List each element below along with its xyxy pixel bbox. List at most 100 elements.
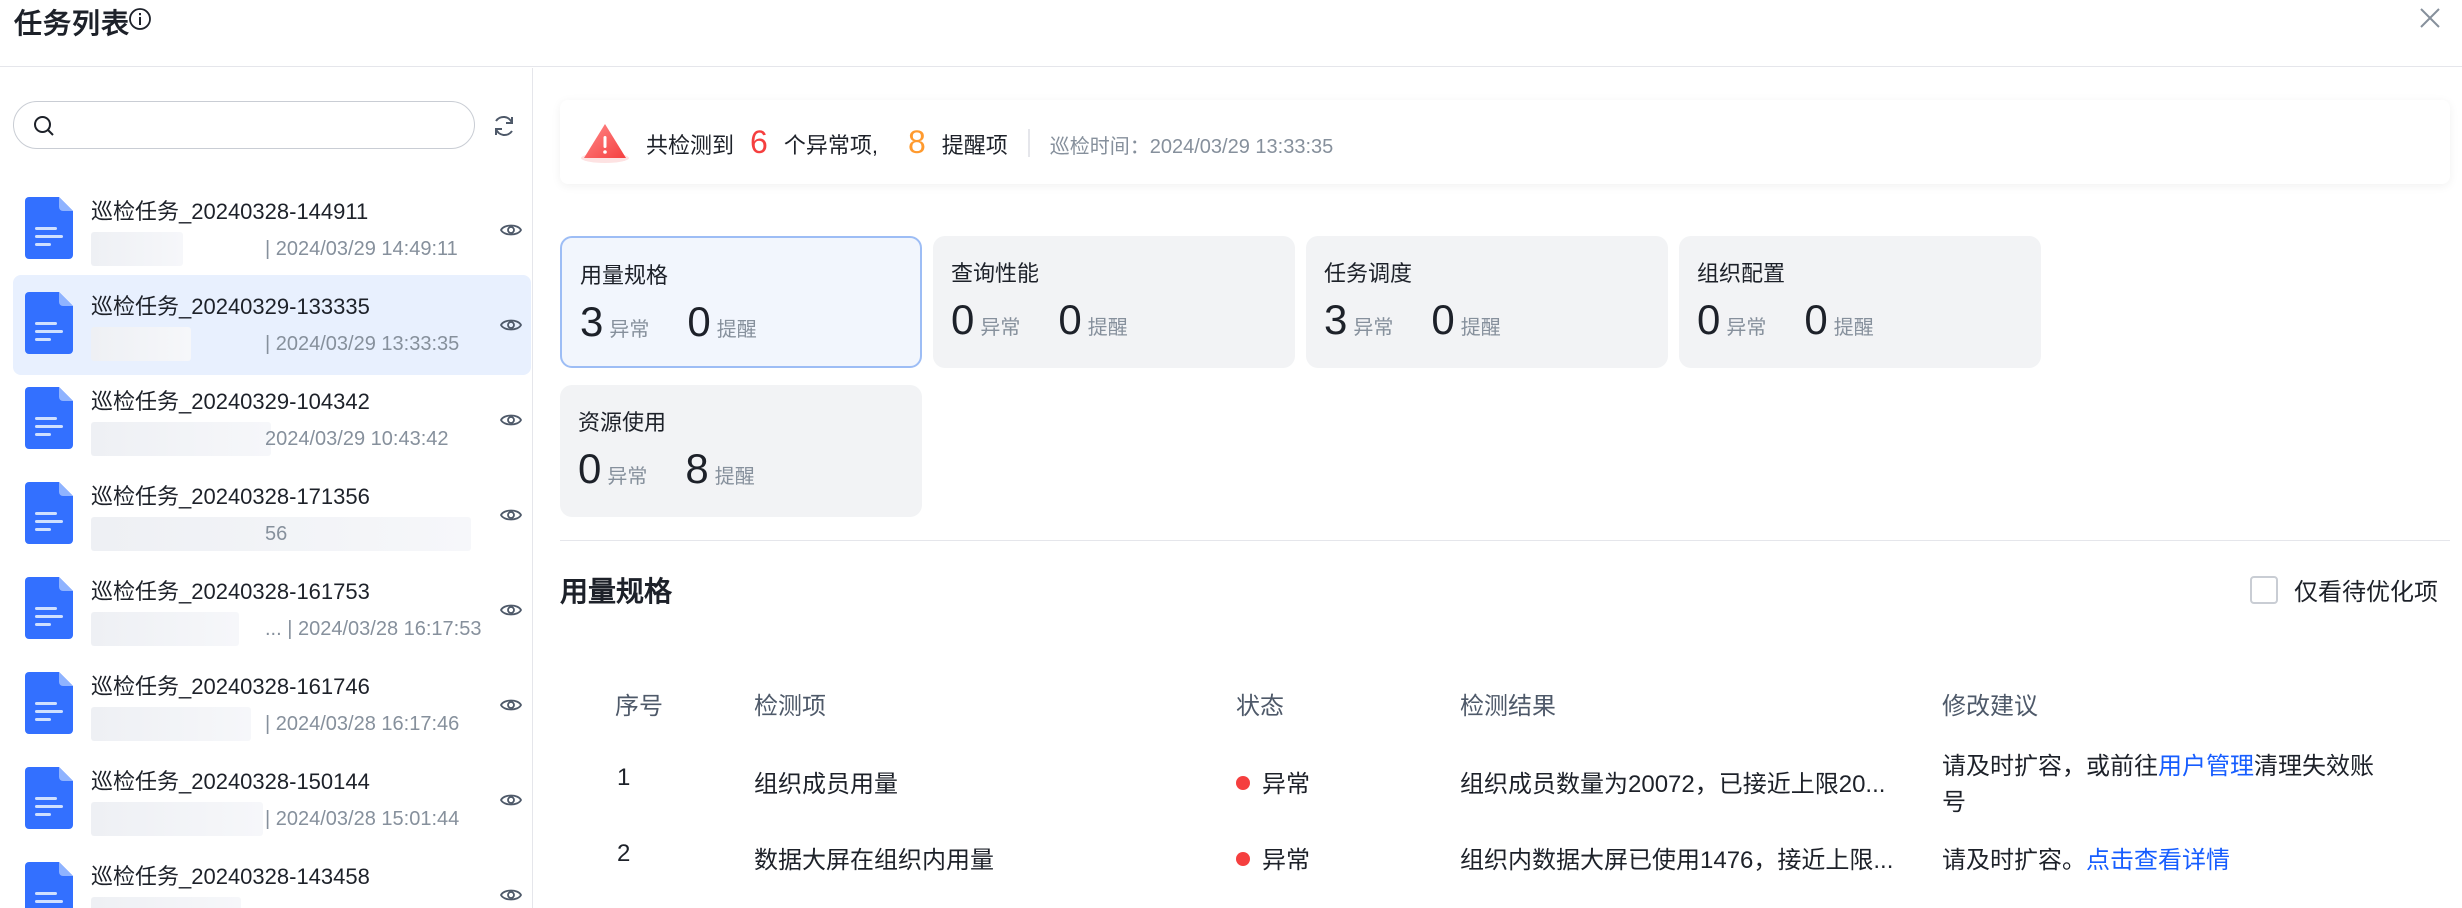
reminder-count: 8 <box>907 124 926 160</box>
row-1-status: 异常 <box>1236 764 1310 799</box>
eye-icon[interactable] <box>499 598 523 622</box>
row-1-suggestion-wrap: 号 <box>1942 789 1966 816</box>
summary-prefix: 共检测到 <box>646 133 735 158</box>
card-abnormal-label: 异常 <box>980 317 1021 339</box>
row-1-suggestion-tail: 清理失效账 <box>2254 753 2374 780</box>
task-name: 巡检任务_20240329-104342 <box>91 389 370 414</box>
document-icon <box>25 862 73 908</box>
row-1-index: 1 <box>617 764 631 791</box>
card-reminder-count: 0 <box>1804 296 1828 343</box>
row-2-status-text: 异常 <box>1262 847 1310 874</box>
category-card[interactable]: 查询性能 0 异常 0 提醒 <box>933 236 1295 368</box>
search-box[interactable] <box>13 101 475 149</box>
card-counts: 3 异常 0 提醒 <box>580 298 795 346</box>
redacted-text <box>91 802 263 836</box>
page-title: 任务列表 <box>14 8 131 39</box>
category-card[interactable]: 资源使用 0 异常 8 提醒 <box>560 385 922 517</box>
card-counts: 0 异常 0 提醒 <box>1697 296 1912 344</box>
col-header-result: 检测结果 <box>1460 693 1556 720</box>
eye-icon[interactable] <box>499 788 523 812</box>
card-reminder-label: 提醒 <box>1460 317 1501 339</box>
document-icon <box>25 387 73 449</box>
card-abnormal-count: 0 <box>578 445 602 492</box>
card-reminder-count: 0 <box>687 298 711 345</box>
eye-icon[interactable] <box>499 883 523 907</box>
only-optimize-checkbox[interactable] <box>2250 575 2278 604</box>
task-list-item[interactable]: 巡检任务_20240328-161753 ... | 2024/03/28 16:… <box>13 560 531 660</box>
row-1-status-text: 异常 <box>1262 771 1310 798</box>
task-name: 巡检任务_20240328-143458 <box>91 864 370 889</box>
section-divider <box>560 540 2450 541</box>
card-counts: 3 异常 0 提醒 <box>1324 296 1539 344</box>
eye-icon[interactable] <box>499 503 523 527</box>
card-abnormal-count: 0 <box>951 296 975 343</box>
task-name: 巡检任务_20240329-133335 <box>91 294 370 319</box>
card-title: 查询性能 <box>951 261 1040 286</box>
card-reminder-label: 提醒 <box>716 319 757 341</box>
card-counts: 0 异常 0 提醒 <box>951 296 1166 344</box>
card-counts: 0 异常 8 提醒 <box>578 445 793 493</box>
abnormal-count: 6 <box>750 124 768 160</box>
summary-text: 共检测到 6 个异常项, 8 提醒项 巡检时间：2024/03/29 13:33… <box>646 124 1333 161</box>
task-name: 巡检任务_20240328-161753 <box>91 579 370 604</box>
task-list-item[interactable]: 巡检任务_20240328-150144 | 2024/03/28 15:01:4… <box>13 750 531 850</box>
refresh-icon[interactable] <box>490 112 518 140</box>
card-abnormal-label: 异常 <box>607 466 648 488</box>
task-list-item[interactable]: 巡检任务_20240328-143458 <box>13 845 531 908</box>
task-list-item[interactable]: 巡检任务_20240329-133335 | 2024/03/29 13:33:3… <box>13 275 531 375</box>
task-time: | 2024/03/28 16:17:46 <box>265 713 460 735</box>
card-title: 组织配置 <box>1697 261 1786 286</box>
only-optimize-label: 仅看待优化项 <box>2294 579 2438 606</box>
card-title: 任务调度 <box>1324 261 1413 286</box>
document-icon <box>25 482 73 544</box>
redacted-text <box>91 897 241 908</box>
task-list-item[interactable]: 巡检任务_20240329-104342 2024/03/29 10:43:42 <box>13 370 531 470</box>
only-optimize-toggle[interactable]: 仅看待优化项 <box>2250 572 2438 607</box>
reminder-label: 提醒项 <box>941 133 1008 158</box>
eye-icon[interactable] <box>499 408 523 432</box>
col-header-status: 状态 <box>1236 693 1284 720</box>
task-name: 巡检任务_20240328-144911 <box>91 199 369 224</box>
card-abnormal-label: 异常 <box>1726 317 1767 339</box>
card-reminder-label: 提醒 <box>1833 317 1874 339</box>
row-2-index: 2 <box>617 840 631 867</box>
status-dot <box>1236 776 1250 790</box>
row-2-result: 组织内数据大屏已使用1476，接近上限... <box>1460 847 1894 874</box>
row-1-suggestion: 请及时扩容，或前往用户管理清理失效账 <box>1942 746 2374 781</box>
category-card[interactable]: 用量规格 3 异常 0 提醒 <box>560 236 922 368</box>
document-icon <box>25 767 73 829</box>
category-card[interactable]: 任务调度 3 异常 0 提醒 <box>1306 236 1668 368</box>
close-icon[interactable] <box>2414 2 2446 34</box>
col-header-suggestion: 修改建议 <box>1942 693 2038 720</box>
task-list-item[interactable]: 巡检任务_20240328-144911 | 2024/03/29 14:49:1… <box>13 180 531 280</box>
task-sidebar: 巡检任务_20240328-144911 | 2024/03/29 14:49:1… <box>0 68 533 908</box>
eye-icon[interactable] <box>499 693 523 717</box>
redacted-text <box>91 707 251 741</box>
view-details-link[interactable]: 点击查看详情 <box>2086 847 2230 874</box>
inspection-summary: 共检测到 6 个异常项, 8 提醒项 巡检时间：2024/03/29 13:33… <box>560 100 2450 184</box>
card-abnormal-label: 异常 <box>609 319 650 341</box>
warning-icon <box>581 124 629 163</box>
search-icon <box>34 116 54 136</box>
info-icon[interactable] <box>128 7 152 31</box>
user-management-link[interactable]: 用户管理 <box>2158 753 2254 780</box>
card-abnormal-count: 0 <box>1697 296 1721 343</box>
task-list-item[interactable]: 巡检任务_20240328-171356 56 <box>13 465 531 565</box>
card-reminder-count: 0 <box>1058 296 1082 343</box>
summary-divider <box>1027 128 1030 157</box>
row-2-item: 数据大屏在组织内用量 <box>754 847 994 874</box>
status-dot <box>1236 852 1250 866</box>
redacted-text <box>91 232 183 266</box>
task-list-item[interactable]: 巡检任务_20240328-161746 | 2024/03/28 16:17:4… <box>13 655 531 755</box>
eye-icon[interactable] <box>499 218 523 242</box>
card-title: 用量规格 <box>580 263 669 288</box>
redacted-text <box>91 612 239 646</box>
col-header-index: 序号 <box>615 693 663 720</box>
card-reminder-label: 提醒 <box>1087 317 1128 339</box>
redacted-text <box>91 422 271 456</box>
row-2-suggestion: 请及时扩容。点击查看详情 <box>1942 840 2230 875</box>
eye-icon[interactable] <box>499 313 523 337</box>
search-input[interactable] <box>70 110 460 140</box>
task-time: | 2024/03/29 13:33:35 <box>265 333 460 355</box>
category-card[interactable]: 组织配置 0 异常 0 提醒 <box>1679 236 2041 368</box>
